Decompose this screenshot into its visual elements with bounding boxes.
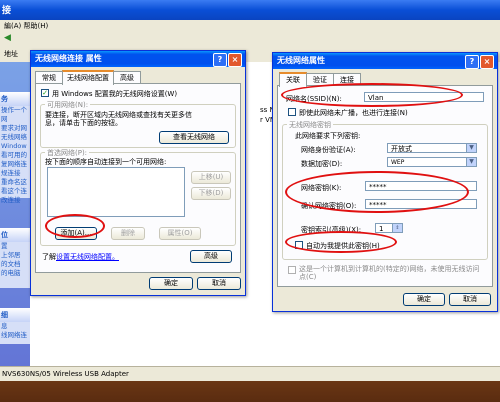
status-bar: NVS630NS/05 Wireless USB Adapter: [0, 366, 500, 381]
dialog-title: 无线网络连接 属性: [35, 54, 102, 63]
close-button[interactable]: ×: [480, 55, 494, 69]
spinner-icon[interactable]: ⇕: [392, 224, 402, 232]
encryption-select[interactable]: WEP ▼: [387, 157, 477, 167]
tab-association[interactable]: 关联: [279, 72, 307, 87]
use-windows-checkbox[interactable]: ✓: [41, 89, 49, 97]
status-text: NVS630NS/05 Wireless USB Adapter: [2, 370, 129, 378]
other-places-list: 置 上邻居 的文档 的电脑: [0, 242, 30, 288]
help-button[interactable]: ?: [213, 53, 227, 67]
place-item[interactable]: 上邻居: [1, 251, 30, 260]
place-item[interactable]: 的文档: [1, 260, 30, 269]
chevron-down-icon[interactable]: ▼: [466, 144, 476, 152]
ok-button[interactable]: 确定: [403, 293, 445, 306]
window-titlebar[interactable]: 接: [0, 0, 500, 20]
network-key-group-label: 无线网络密钥: [287, 120, 333, 130]
dialog-titlebar[interactable]: 无线网络属性 ? ×: [273, 53, 497, 69]
network-tasks-list: 操作一个网 要求对网 无线网络 Window 看可用的 复网络连 规连接 重命名…: [0, 106, 30, 204]
network-key-group: 无线网络密钥 此网络要求下列密钥: 网络身份验证(A): 开放式 ▼ 数据加密(…: [282, 120, 488, 260]
key-requirement-label: 此网络要求下列密钥:: [295, 132, 361, 140]
adhoc-label: 这是一个计算机到计算机的(特定的)网络，未使用无线访问点(C): [299, 265, 480, 281]
preferred-networks-group: 首选网络(P): 按下面的顺序自动连接到一个可用网络: 上移(U) 下移(D) …: [40, 148, 236, 246]
task-pane-header[interactable]: 务: [0, 92, 30, 106]
network-properties-button[interactable]: 属性(O): [159, 227, 201, 240]
key-index-value: 1: [379, 225, 384, 233]
confirm-key-label: 确认网络密钥(O):: [301, 202, 357, 210]
dialog-titlebar[interactable]: 无线网络连接 属性 ? ×: [31, 51, 245, 67]
task-item[interactable]: 改连接: [1, 196, 30, 205]
adhoc-checkbox[interactable]: [288, 266, 296, 274]
cancel-button[interactable]: 取消: [449, 293, 491, 306]
broadcast-label: 即使此网络未广播，也进行连接(N): [299, 109, 408, 117]
task-item[interactable]: 复网络连: [1, 160, 30, 169]
chevron-down-icon[interactable]: ▼: [466, 158, 476, 166]
window-title: 接: [2, 6, 12, 16]
wireless-network-properties-dialog: 无线网络属性 ? × 关联 验证 连接 网络名(SSID)(N): Vlan 即…: [272, 52, 498, 312]
menubar: 編(A) 帮助(H): [0, 20, 500, 32]
key-index-spinner[interactable]: 1 ⇕: [375, 223, 403, 233]
task-item[interactable]: Window: [1, 142, 30, 151]
ssid-label: 网络名(SSID)(N):: [286, 95, 342, 103]
use-windows-label: 用 Windows 配置我的无线网络设置(W): [52, 90, 178, 98]
place-item[interactable]: 的电脑: [1, 269, 30, 278]
add-network-button[interactable]: 添加(A)...: [55, 227, 97, 240]
task-item[interactable]: 无线网络: [1, 133, 30, 142]
learn-wireless-config-link[interactable]: 设置无线网络配置。: [56, 252, 119, 262]
task-pane: 务 操作一个网 要求对网 无线网络 Window 看可用的 复网络连 规连接 重…: [0, 62, 30, 366]
task-item[interactable]: 看可用的: [1, 151, 30, 160]
cancel-button[interactable]: 取消: [197, 277, 241, 290]
available-networks-label: 可用网络(N):: [45, 100, 91, 110]
preferred-networks-list[interactable]: [47, 167, 185, 217]
address-label: 地址: [4, 50, 18, 58]
tab-panel: 网络名(SSID)(N): Vlan 即使此网络未广播，也进行连接(N) 无线网…: [277, 85, 493, 287]
preferred-networks-description: 按下面的顺序自动连接到一个可用网络:: [45, 158, 167, 166]
learn-prefix: 了解: [42, 253, 56, 261]
task-pane-header[interactable]: 细: [0, 308, 30, 322]
available-networks-description: 要连接，断开区域内无线网络或查找有关更多信息，请单击下面的按钮。: [45, 111, 192, 127]
view-wireless-networks-button[interactable]: 查看无线网络: [159, 131, 229, 144]
confirm-key-input[interactable]: *****: [365, 199, 477, 209]
detail-item: 息: [1, 322, 8, 330]
tab-panel: ✓ 用 Windows 配置我的无线网络设置(W) 可用网络(N): 要连接，断…: [35, 83, 241, 273]
toolbar: ◀: [0, 32, 500, 47]
close-button[interactable]: ×: [228, 53, 242, 67]
advanced-button[interactable]: 高级: [190, 250, 232, 263]
auth-label: 网络身份验证(A):: [301, 146, 356, 154]
ssid-input[interactable]: Vlan: [364, 92, 484, 102]
auto-key-label: 自动为我提供此密钥(H): [306, 242, 380, 250]
details-list: 息 线网络连: [0, 322, 30, 344]
network-key-input[interactable]: *****: [365, 181, 477, 191]
task-item[interactable]: 规连接: [1, 169, 30, 178]
detail-item: 线网络连: [1, 331, 27, 339]
task-item[interactable]: 重命名这: [1, 178, 30, 187]
back-icon[interactable]: ◀: [4, 33, 11, 43]
auth-select[interactable]: 开放式 ▼: [387, 143, 477, 153]
auto-key-checkbox[interactable]: [295, 241, 303, 249]
connection-properties-dialog: 无线网络连接 属性 ? × 常规 无线网络配置 高级 ✓ 用 Windows 配…: [30, 50, 246, 296]
ok-button[interactable]: 确定: [149, 277, 193, 290]
network-key-label: 网络密钥(K):: [301, 184, 342, 192]
task-pane-header[interactable]: 位: [0, 228, 30, 242]
encryption-select-value: WEP: [391, 159, 405, 166]
dialog-title: 无线网络属性: [277, 56, 325, 65]
task-item[interactable]: 看这个连: [1, 187, 30, 196]
key-index-label: 密钥索引(高级)(X):: [301, 226, 362, 234]
auth-select-value: 开放式: [391, 145, 412, 153]
tab-wireless-config[interactable]: 无线网络配置: [62, 70, 114, 85]
available-networks-group: 可用网络(N): 要连接，断开区域内无线网络或查找有关更多信息，请单击下面的按钮…: [40, 100, 236, 148]
broadcast-checkbox[interactable]: [288, 108, 296, 116]
move-down-button[interactable]: 下移(D): [191, 187, 231, 200]
help-button[interactable]: ?: [465, 55, 479, 69]
menu-fragment[interactable]: 編(A) 帮助(H): [4, 21, 48, 31]
task-item[interactable]: 操作一个网: [1, 106, 30, 124]
task-item[interactable]: 要求对网: [1, 124, 30, 133]
remove-network-button[interactable]: 删除: [111, 227, 145, 240]
place-item[interactable]: 置: [1, 242, 30, 251]
encryption-label: 数据加密(D):: [301, 160, 343, 168]
move-up-button[interactable]: 上移(U): [191, 171, 231, 184]
